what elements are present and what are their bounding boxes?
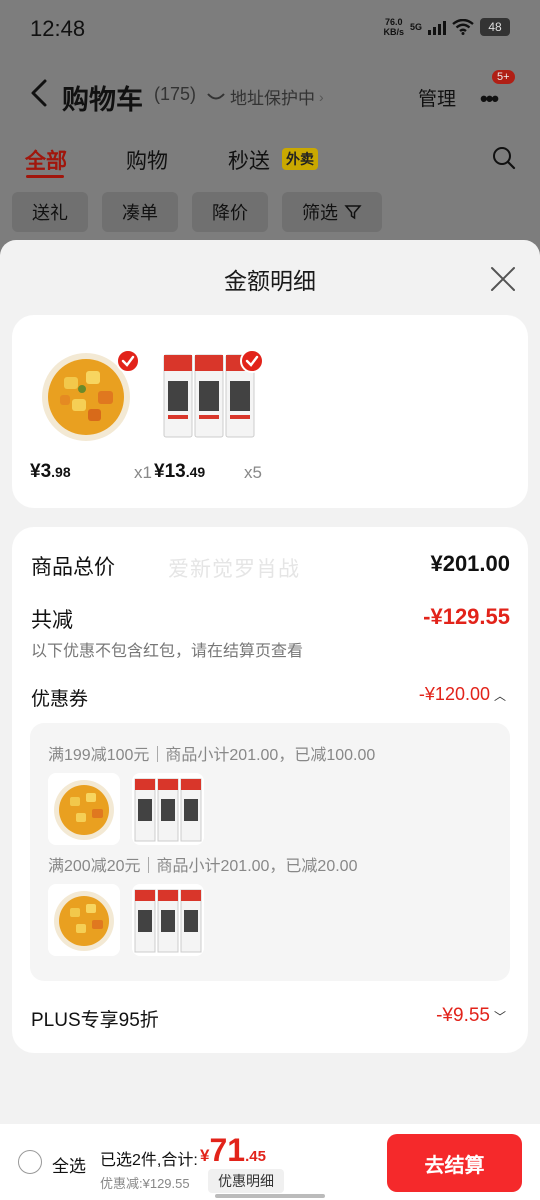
checked-icon (240, 349, 264, 373)
selected-count: 已选2件,合计: (100, 1152, 198, 1169)
total-label: 商品总价 (31, 556, 115, 579)
close-icon[interactable] (490, 266, 516, 292)
plus-toggle[interactable]: -¥9.55 ﹀ (436, 1005, 506, 1027)
chip-gift[interactable]: 送礼 (12, 192, 88, 232)
birch-juice-icon (162, 347, 264, 443)
search-icon[interactable] (492, 146, 516, 170)
chip-price-drop[interactable]: 降价 (192, 192, 268, 232)
product-price: ¥3.98 (30, 461, 71, 482)
discount-detail-button[interactable]: 优惠明细 (208, 1169, 284, 1193)
wifi-icon (452, 19, 474, 35)
background-page: 12:48 76.0 KB/s 5G 48 购物车 (175) 地址保护中 › … (0, 0, 540, 260)
reduce-note: 以下优惠不包含红包，请在结算页查看 (31, 643, 304, 660)
more-icon[interactable]: ••• (480, 86, 499, 112)
selected-products-card: ¥3.98 x1 ¥13.49 x5 (12, 315, 528, 508)
cart-count: (175) (154, 84, 197, 104)
page-title: 购物车 (62, 85, 143, 115)
back-icon[interactable] (28, 78, 50, 108)
birch-juice-icon (132, 884, 204, 956)
chevron-down-icon: ﹀ (493, 1010, 506, 1024)
coupon-label: 优惠券 (31, 689, 89, 710)
watermark: 爱新觉罗肖战 (168, 558, 300, 581)
coupon-line: 满200减20元｜商品小计201.00，已减20.00 (48, 858, 358, 875)
select-all-radio[interactable] (18, 1150, 42, 1174)
product-qty: x5 (244, 463, 262, 482)
coupon-detail-box: 满199减100元｜商品小计201.00，已减100.00 满200减20元｜商… (30, 723, 510, 981)
takeout-badge: 外卖 (282, 148, 318, 170)
status-time: 12:48 (30, 16, 86, 41)
network-type: 5G (409, 22, 422, 32)
top-nav: 购物车 (175) 地址保护中 › 管理 ••• 5+ (0, 64, 540, 124)
curry-bowl-icon (48, 773, 120, 845)
coupon-line: 满199减100元｜商品小计201.00，已减100.00 (48, 747, 376, 764)
smile-icon (207, 92, 225, 99)
tab-shopping[interactable]: 购物 (126, 145, 168, 175)
coupon-toggle[interactable]: -¥120.00 ︿ (419, 684, 506, 705)
chevron-right-icon: › (319, 88, 324, 105)
manage-button[interactable]: 管理 (418, 84, 456, 111)
network-speed: 76.0 KB/s (383, 17, 404, 37)
curry-bowl-icon (38, 347, 140, 443)
message-badge: 5+ (492, 70, 515, 84)
reduce-label: 共减 (31, 609, 73, 632)
filter-chips: 送礼 凑单 降价 筛选 (12, 192, 382, 232)
filter-icon (344, 205, 362, 220)
tab-instant[interactable]: 秒送 (228, 145, 270, 175)
tab-all[interactable]: 全部 (25, 145, 67, 175)
status-icons: 76.0 KB/s 5G 48 (383, 17, 510, 37)
address-protect-link[interactable]: 地址保护中 › (206, 84, 324, 109)
product-qty: x1 (134, 463, 152, 482)
sheet-title: 金额明细 (224, 268, 316, 294)
plus-label: PLUS专享95折 (31, 1010, 159, 1031)
home-indicator (215, 1194, 325, 1198)
chevron-up-icon: ︿ (493, 689, 506, 703)
total-amount: ¥71.45 (200, 1132, 266, 1168)
discount-summary: 优惠减:¥129.55 (100, 1176, 190, 1191)
cart-tabs: 全部 购物 秒送 外卖 (0, 140, 540, 184)
price-detail-sheet: 金额明细 ¥3.98 x1 ¥13.49 x5 商品总价 爱新觉罗肖战 ¥201… (0, 240, 540, 1200)
birch-juice-icon (132, 773, 204, 845)
select-all-label[interactable]: 全选 (52, 1152, 86, 1177)
product-price: ¥13.49 (154, 461, 206, 482)
total-value: ¥201.00 (430, 551, 510, 576)
product-item[interactable]: ¥13.49 x5 (154, 347, 264, 482)
battery-icon: 48 (480, 18, 510, 36)
chip-bundle[interactable]: 凑单 (102, 192, 178, 232)
checkout-button[interactable]: 去结算 (387, 1134, 522, 1192)
signal-icon (428, 19, 446, 35)
chip-filter[interactable]: 筛选 (282, 192, 382, 232)
checkout-bar: 全选 已选2件,合计: ¥71.45 优惠减:¥129.55 优惠明细 去结算 (0, 1124, 540, 1200)
curry-bowl-icon (48, 884, 120, 956)
checked-icon (116, 349, 140, 373)
reduce-value: -¥129.55 (423, 604, 510, 629)
price-breakdown-card: 商品总价 爱新觉罗肖战 ¥201.00 共减 -¥129.55 以下优惠不包含红… (12, 527, 528, 1053)
status-bar: 12:48 76.0 KB/s 5G 48 (0, 0, 540, 56)
product-item[interactable]: ¥3.98 x1 (30, 347, 152, 482)
tab-underline (26, 175, 64, 178)
